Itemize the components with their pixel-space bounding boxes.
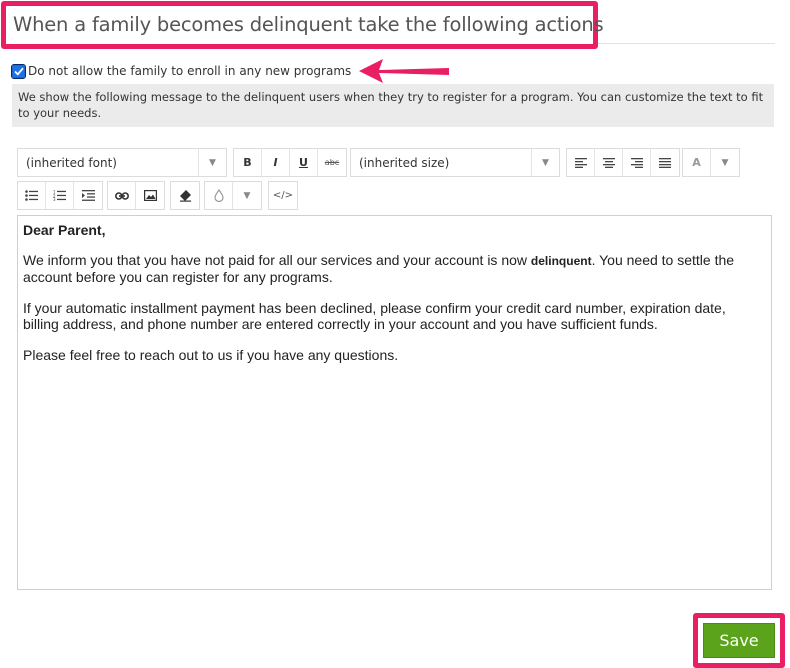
editor-p1-text: We inform you that you have not paid for… (23, 252, 531, 268)
font-size-select[interactable]: (inherited size) ▼ (350, 148, 560, 177)
font-size-value: (inherited size) (359, 155, 450, 170)
svg-text:3: 3 (53, 197, 56, 201)
bullet-list-icon (25, 190, 38, 201)
source-group: </> (268, 181, 298, 210)
clear-format-group (170, 181, 200, 210)
checkmark-icon (13, 67, 24, 76)
editor-greeting: Dear Parent, (23, 222, 106, 238)
chevron-down-icon: ▼ (721, 157, 729, 168)
heading-divider (598, 43, 775, 44)
italic-button[interactable]: I (262, 149, 290, 176)
align-left-icon (574, 157, 587, 168)
enroll-option-row[interactable]: Do not allow the family to enroll in any… (11, 63, 351, 79)
enroll-block-label[interactable]: Do not allow the family to enroll in any… (28, 64, 351, 78)
align-justify-icon (659, 157, 671, 168)
strikethrough-button[interactable]: abc (318, 149, 346, 176)
code-view-button[interactable]: </> (269, 182, 297, 209)
insert-link-button[interactable] (108, 182, 136, 209)
font-family-select[interactable]: (inherited font) ▼ (17, 148, 227, 177)
editor-paragraph-2: If your automatic installment payment ha… (23, 300, 726, 332)
font-color-button[interactable]: A (683, 149, 711, 176)
heading-highlight-frame: When a family becomes delinquent take th… (1, 1, 604, 49)
highlight-color-button[interactable] (205, 182, 233, 209)
message-editor[interactable]: Dear Parent, We inform you that you have… (17, 215, 772, 590)
image-icon (143, 190, 157, 201)
strikethrough-icon: abc (324, 158, 340, 167)
numbered-list-button[interactable]: 1 2 3 (46, 182, 74, 209)
font-color-group: A ▼ (682, 148, 740, 177)
drop-icon (213, 189, 224, 202)
align-justify-button[interactable] (651, 149, 679, 176)
save-highlight-frame: Save (693, 613, 785, 668)
align-right-button[interactable] (623, 149, 651, 176)
save-button[interactable]: Save (703, 623, 775, 658)
indent-icon (81, 190, 95, 201)
page-title: When a family becomes delinquent take th… (13, 13, 604, 36)
highlight-color-dropdown[interactable]: ▼ (233, 182, 261, 209)
font-color-dropdown[interactable]: ▼ (711, 149, 739, 176)
editor-p1-bold: delinquent (530, 254, 592, 268)
text-style-group: B I U abc (233, 148, 347, 177)
editor-paragraph-1: We inform you that you have not paid for… (23, 252, 765, 285)
bold-button[interactable]: B (234, 149, 262, 176)
insert-image-button[interactable] (136, 182, 164, 209)
eraser-icon (179, 190, 191, 202)
chevron-down-icon: ▼ (531, 149, 559, 176)
align-right-icon (630, 157, 643, 168)
font-color-icon: A (692, 156, 701, 169)
indent-button[interactable] (74, 182, 102, 209)
align-center-icon (602, 157, 615, 168)
underline-icon: U (299, 156, 308, 169)
bold-icon: B (243, 156, 252, 169)
highlight-color-group: ▼ (204, 181, 262, 210)
bullet-list-button[interactable] (18, 182, 46, 209)
chevron-down-icon: ▼ (243, 190, 251, 201)
italic-icon: I (273, 156, 278, 169)
align-center-button[interactable] (595, 149, 623, 176)
underline-button[interactable]: U (290, 149, 318, 176)
info-message: We show the following message to the del… (12, 84, 774, 127)
alignment-group (566, 148, 680, 177)
code-icon: </> (272, 190, 294, 201)
enroll-block-checkbox[interactable] (11, 63, 26, 79)
insert-group (107, 181, 165, 210)
editor-paragraph-3: Please feel free to reach out to us if y… (23, 347, 399, 363)
link-icon (114, 191, 129, 200)
clear-formatting-button[interactable] (171, 182, 199, 209)
font-family-value: (inherited font) (26, 155, 117, 170)
chevron-down-icon: ▼ (198, 149, 226, 176)
annotation-arrow-icon (359, 59, 449, 83)
align-left-button[interactable] (567, 149, 595, 176)
numbered-list-icon: 1 2 3 (53, 190, 66, 201)
list-group: 1 2 3 (17, 181, 103, 210)
